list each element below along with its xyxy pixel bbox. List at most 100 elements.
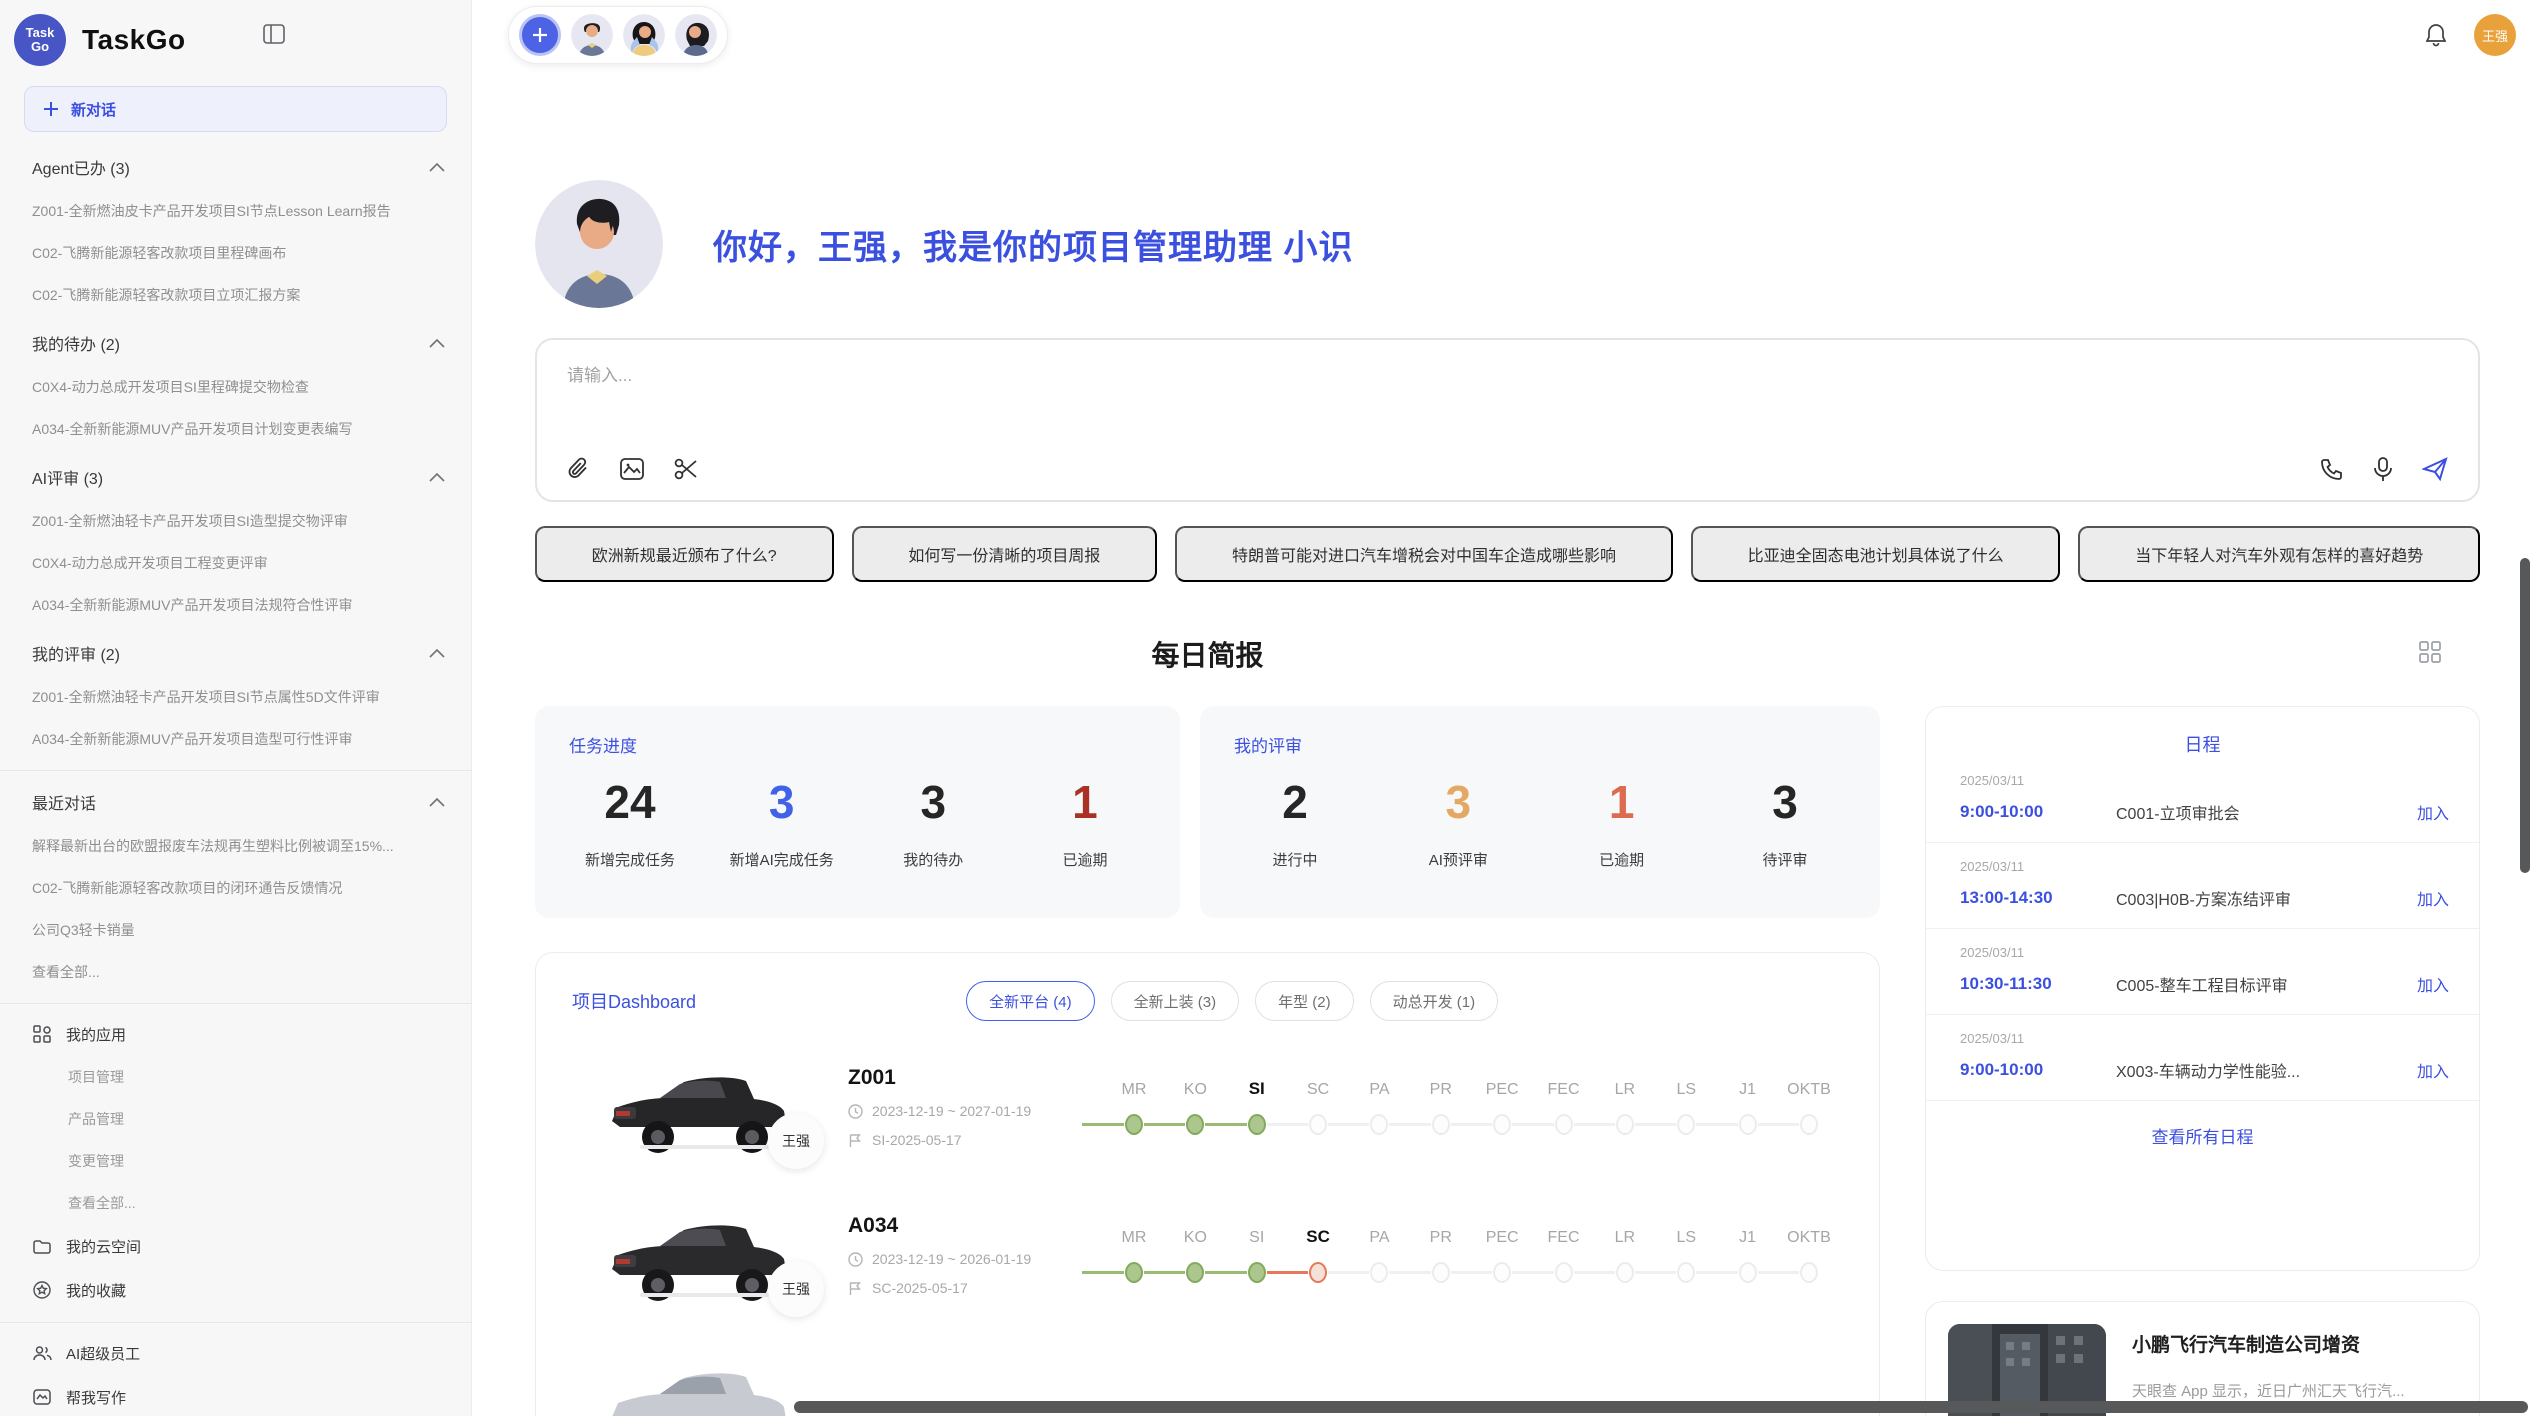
suggestion-chip[interactable]: 比亚迪全固态电池计划具体说了什么 xyxy=(1691,526,2061,582)
vertical-scrollbar[interactable] xyxy=(2520,558,2530,873)
image-icon[interactable] xyxy=(619,457,645,481)
milestone-pa: PA xyxy=(1369,1114,1389,1135)
suggestion-chip[interactable]: 如何写一份清晰的项目周报 xyxy=(852,526,1158,582)
sidebar-scroll: Agent已办 (3) Z001-全新燃油皮卡产品开发项目SI节点Lesson … xyxy=(0,136,471,1416)
sidebar-item-help-write[interactable]: 帮我写作 xyxy=(32,1375,445,1416)
chevron-up-icon[interactable] xyxy=(429,162,445,172)
new-chat-button[interactable]: 新对话 xyxy=(24,86,447,132)
milestone-pr: PR xyxy=(1431,1262,1451,1283)
milestone-timeline: MRKOSISCPAPRPECFECLRLSJ1OKTB xyxy=(1082,1059,1819,1155)
schedule-date: 2025/03/11 xyxy=(1960,859,2449,874)
recent-chat-item[interactable]: C02-飞腾新能源轻客改款项目的闭环通告反馈情况 xyxy=(32,867,445,909)
section-ai-review[interactable]: AI评审 (3) xyxy=(32,454,445,500)
star-circle-icon xyxy=(32,1281,52,1299)
join-meeting-link[interactable]: 加入 xyxy=(2417,1058,2449,1082)
topbar: 王强 xyxy=(508,6,2516,64)
app-item-change-mgmt[interactable]: 变更管理 xyxy=(32,1140,445,1182)
sidebar-item[interactable]: C02-飞腾新能源轻客改款项目里程碑画布 xyxy=(32,232,445,274)
scissors-icon[interactable] xyxy=(673,456,699,482)
sidebar-item[interactable]: A034-全新新能源MUV产品开发项目计划变更表编写 xyxy=(32,408,445,450)
send-icon[interactable] xyxy=(2422,456,2448,482)
sidebar-item-cloud-space[interactable]: 我的云空间 xyxy=(32,1224,445,1268)
milestone-j1: J1 xyxy=(1738,1262,1758,1283)
project-car-image xyxy=(600,1351,796,1416)
schedule-title: 日程 xyxy=(1926,731,2479,757)
recent-chat-item[interactable]: 解释最新出台的欧盟报废车法规再生塑料比例被调至15%... xyxy=(32,825,445,867)
app-item-product-mgmt[interactable]: 产品管理 xyxy=(32,1098,445,1140)
recent-chat-item[interactable]: 公司Q3轻卡销量 xyxy=(32,909,445,951)
chat-input[interactable] xyxy=(567,354,1696,398)
schedule-card: 日程 2025/03/11 9:00-10:00 C001-立项审批会 加入 2… xyxy=(1925,706,2480,1271)
sidebar: Task Go TaskGo 新对话 Agent已办 (3) Z001-全新燃油… xyxy=(0,0,472,1416)
sidebar-item[interactable]: A034-全新新能源MUV产品开发项目法规符合性评审 xyxy=(32,584,445,626)
sidebar-item[interactable]: C02-飞腾新能源轻客改款项目立项汇报方案 xyxy=(32,274,445,316)
milestone-pec: PEC xyxy=(1492,1114,1512,1135)
milestone-pa: PA xyxy=(1369,1262,1389,1283)
horizontal-scrollbar[interactable] xyxy=(794,1401,2528,1413)
avatar[interactable] xyxy=(675,14,717,56)
my-review-title: 我的评审 xyxy=(1234,732,1846,757)
section-my-todo[interactable]: 我的待办 (2) xyxy=(32,320,445,366)
app-item-view-all[interactable]: 查看全部... xyxy=(32,1182,445,1224)
timeline-segment xyxy=(1267,1271,1308,1274)
schedule-item: 2025/03/11 13:00-14:30 C003|H0B-方案冻结评审 加… xyxy=(1926,843,2479,929)
join-meeting-link[interactable]: 加入 xyxy=(2417,886,2449,910)
sidebar-item[interactable]: C0X4-动力总成开发项目SI里程碑提交物检查 xyxy=(32,366,445,408)
sidebar-item[interactable]: Z001-全新燃油皮卡产品开发项目SI节点Lesson Learn报告 xyxy=(32,190,445,232)
schedule-item: 2025/03/11 10:30-11:30 C005-整车工程目标评审 加入 xyxy=(1926,929,2479,1015)
chevron-up-icon[interactable] xyxy=(429,797,445,807)
task-progress-title: 任务进度 xyxy=(569,732,1146,757)
sidebar-item[interactable]: A034-全新新能源MUV产品开发项目造型可行性评审 xyxy=(32,718,445,760)
section-recent-chats[interactable]: 最近对话 xyxy=(32,779,445,825)
sidebar-item[interactable]: Z001-全新燃油轻卡产品开发项目SI造型提交物评审 xyxy=(32,500,445,542)
schedule-event-title: C003|H0B-方案冻结评审 xyxy=(2116,886,2403,910)
assistant-avatar xyxy=(535,180,663,308)
timeline-segment xyxy=(1451,1123,1492,1126)
sidebar-item-my-apps[interactable]: 我的应用 xyxy=(32,1012,445,1056)
schedule-time: 9:00-10:00 xyxy=(1960,1060,2116,1080)
timeline-segment xyxy=(1328,1123,1369,1126)
section-my-review[interactable]: 我的评审 (2) xyxy=(32,630,445,676)
app-title: TaskGo xyxy=(82,24,186,56)
filter-powertrain[interactable]: 动总开发 (1) xyxy=(1370,981,1499,1021)
chevron-up-icon[interactable] xyxy=(429,472,445,482)
avatar[interactable] xyxy=(623,14,665,56)
avatar[interactable] xyxy=(571,14,613,56)
project-row[interactable]: 王强 A034 2023-12-19 ~ 2026-01-19 xyxy=(572,1169,1843,1317)
view-all-schedule-link[interactable]: 查看所有日程 xyxy=(1926,1123,2479,1148)
news-card[interactable]: 小鹏飞行汽车制造公司增资 天眼查 App 显示，近日广州汇天飞行汽... xyxy=(1925,1301,2480,1416)
suggestion-chip[interactable]: 特朗普可能对进口汽车增税会对中国车企造成哪些影响 xyxy=(1175,526,1673,582)
news-title: 小鹏飞行汽车制造公司增资 xyxy=(2132,1330,2405,1357)
sidebar-collapse-icon[interactable] xyxy=(258,18,290,50)
microphone-icon[interactable] xyxy=(2372,456,2394,482)
join-meeting-link[interactable]: 加入 xyxy=(2417,972,2449,996)
recent-view-all[interactable]: 查看全部... xyxy=(32,951,445,993)
suggestion-chip[interactable]: 当下年轻人对汽车外观有怎样的喜好趋势 xyxy=(2078,526,2480,582)
notification-bell-icon[interactable] xyxy=(2424,22,2448,48)
filter-model-year[interactable]: 年型 (2) xyxy=(1255,981,1354,1021)
join-meeting-link[interactable]: 加入 xyxy=(2417,800,2449,824)
timeline-segment xyxy=(1389,1271,1430,1274)
schedule-date: 2025/03/11 xyxy=(1960,773,2449,788)
sidebar-item[interactable]: Z001-全新燃油轻卡产品开发项目SI节点属性5D文件评审 xyxy=(32,676,445,718)
daily-briefing-header: 每日简报 xyxy=(535,634,2480,678)
suggestion-chip[interactable]: 欧洲新规最近颁布了什么? xyxy=(535,526,834,582)
attachment-icon[interactable] xyxy=(567,456,591,482)
milestone-pec: PEC xyxy=(1492,1262,1512,1283)
phone-icon[interactable] xyxy=(2320,457,2344,481)
flag-icon xyxy=(848,1133,863,1148)
add-agent-button[interactable] xyxy=(519,14,561,56)
user-avatar[interactable]: 王强 xyxy=(2474,14,2516,56)
filter-new-body[interactable]: 全新上装 (3) xyxy=(1111,981,1240,1021)
milestone-si: SI xyxy=(1247,1262,1267,1283)
sidebar-item-favorites[interactable]: 我的收藏 xyxy=(32,1268,445,1312)
layout-grid-icon[interactable] xyxy=(2418,640,2442,664)
filter-new-platform[interactable]: 全新平台 (4) xyxy=(966,981,1095,1021)
project-row[interactable]: 王强 Z001 2023-12-19 ~ 2027-01-19 xyxy=(572,1021,1843,1169)
app-item-project-mgmt[interactable]: 项目管理 xyxy=(32,1056,445,1098)
section-agent-done[interactable]: Agent已办 (3) xyxy=(32,144,445,190)
sidebar-item[interactable]: C0X4-动力总成开发项目工程变更评审 xyxy=(32,542,445,584)
chevron-up-icon[interactable] xyxy=(429,648,445,658)
chevron-up-icon[interactable] xyxy=(429,338,445,348)
sidebar-item-ai-employee[interactable]: AI超级员工 xyxy=(32,1331,445,1375)
